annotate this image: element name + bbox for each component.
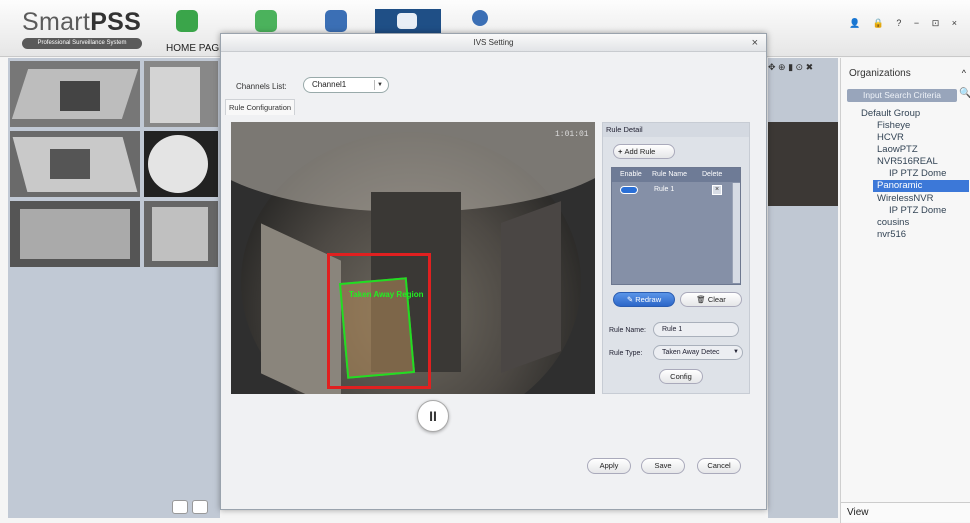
window-controls[interactable]: 👤 🔒 ? − ⊡ × [849, 18, 962, 29]
layout-button[interactable] [192, 500, 208, 514]
dialog-title: IVS Setting [221, 34, 766, 52]
rule-list: Enable Rule Name Delete Rule 1 × [611, 167, 741, 285]
preview-toolbar[interactable]: ✥ ⊕ ▮ ⊙ ✖ [768, 62, 813, 73]
video-tile[interactable] [144, 61, 218, 127]
camera-icon [397, 13, 417, 29]
pencil-icon: ✎ [626, 295, 636, 304]
app-logo-subtitle: Professional Surveillance System [22, 38, 142, 49]
save-button[interactable]: Save [641, 458, 685, 474]
home-icon[interactable] [176, 10, 198, 32]
collapse-icon[interactable]: ^ [962, 68, 966, 78]
video-tile[interactable] [10, 131, 140, 197]
video-tile[interactable] [10, 61, 140, 127]
chevron-down-icon: ▼ [733, 349, 739, 355]
video-grid [8, 58, 220, 518]
enable-toggle[interactable] [620, 186, 638, 194]
rule-row[interactable]: Rule 1 × [614, 184, 728, 196]
delete-icon[interactable]: × [712, 185, 722, 195]
rule-type-label: Rule Type: [609, 350, 643, 357]
tree-item-selected[interactable]: Panoramic [873, 180, 969, 192]
trash-icon: 🗑 [696, 295, 708, 304]
rule-name-field[interactable]: Rule 1 [653, 322, 739, 337]
tree-item[interactable]: cousins [877, 217, 909, 228]
scrollbar[interactable] [732, 183, 740, 283]
organizations-panel: Organizations ^ Input Search Criteria 🔍 … [840, 58, 970, 523]
tab-rule-configuration[interactable]: Rule Configuration [225, 99, 295, 115]
tree-item[interactable]: Fisheye [877, 120, 910, 131]
layout-button[interactable] [172, 500, 188, 514]
upload-icon[interactable] [472, 10, 488, 26]
preview-icon[interactable] [325, 10, 347, 32]
channels-label: Channels List: [236, 82, 287, 91]
tree-item[interactable]: nvr516 [877, 229, 906, 240]
add-rule-button[interactable]: + Add Rule [613, 144, 675, 159]
tab-home[interactable]: HOME PAGE [166, 43, 226, 54]
rule-highlight-box [327, 253, 431, 389]
tree-item[interactable]: HCVR [877, 132, 904, 143]
tree-item[interactable]: LaowPTZ [877, 144, 918, 155]
clear-button[interactable]: 🗑 Clear [680, 292, 742, 307]
rule-name-label: Rule Name: [609, 327, 646, 334]
module-icon[interactable] [255, 10, 277, 32]
tree-item[interactable]: WirelessNVR [877, 193, 933, 204]
organizations-title: Organizations [849, 68, 911, 79]
tree-item[interactable]: Default Group [861, 108, 920, 119]
pause-button[interactable]: II [417, 400, 449, 432]
search-input[interactable]: Input Search Criteria [847, 89, 957, 102]
video-tile[interactable] [10, 201, 140, 267]
apply-button[interactable]: Apply [587, 458, 631, 474]
device-tree: Default Group Fisheye HCVR LaowPTZ NVR51… [841, 108, 970, 308]
chevron-down-icon: ▼ [374, 80, 385, 90]
app-logo: SmartPSS [22, 8, 142, 36]
rule-detail-title: Rule Detail [603, 123, 749, 137]
channel-select[interactable]: Channel1 ▼ [303, 77, 389, 93]
video-tile[interactable] [144, 201, 218, 267]
rule-type-select[interactable]: Taken Away Detec ▼ [653, 345, 743, 360]
redraw-button[interactable]: ✎ Redraw [613, 292, 675, 307]
tree-item[interactable]: IP PTZ Dome [889, 205, 946, 216]
tree-item[interactable]: IP PTZ Dome [889, 168, 946, 179]
search-icon[interactable]: 🔍 [959, 88, 970, 99]
ivs-setting-dialog: IVS Setting × Channels List: Channel1 ▼ … [220, 33, 767, 510]
video-tile[interactable] [144, 131, 218, 197]
view-panel[interactable]: View [841, 502, 970, 522]
cancel-button[interactable]: Cancel [697, 458, 741, 474]
video-tile[interactable] [768, 122, 838, 206]
rule-detail-panel: Rule Detail + Add Rule Enable Rule Name … [602, 122, 750, 394]
video-feed[interactable]: 1:01:01 Taken Away Region [231, 122, 595, 394]
config-button[interactable]: Config [659, 369, 703, 384]
close-icon[interactable]: × [752, 37, 758, 49]
rule-list-header: Enable Rule Name Delete [612, 168, 740, 182]
video-timestamp: 1:01:01 [555, 130, 589, 139]
tree-item[interactable]: NVR516REAL [877, 156, 938, 167]
